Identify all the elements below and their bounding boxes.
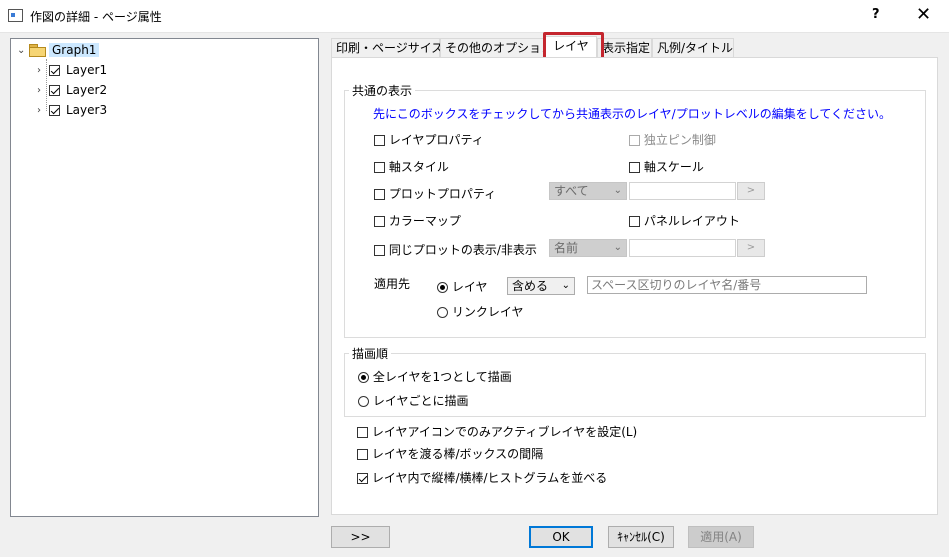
chevron-right-icon[interactable]: › bbox=[37, 85, 49, 96]
layer3-visible-checkbox[interactable] bbox=[49, 104, 60, 116]
option-label: 同じプロットの表示/非表示 bbox=[388, 243, 537, 257]
radio-per-layer[interactable] bbox=[358, 396, 369, 407]
app-icon bbox=[8, 9, 23, 22]
tab-print-page-size[interactable]: 印刷・ページサイズ bbox=[331, 38, 443, 57]
bar-box-gap-checkbox[interactable] bbox=[357, 449, 368, 460]
option-label: 独立ピン制御 bbox=[643, 133, 716, 147]
page-tree: ⌄ Graph1 › Layer1 › Layer2 › Layer3 bbox=[10, 38, 319, 517]
tree-item-label[interactable]: Graph1 bbox=[49, 43, 100, 57]
radio-link-layer[interactable] bbox=[437, 307, 448, 318]
option-label: レイヤプロパティ bbox=[388, 133, 484, 147]
option-label: レイヤ bbox=[451, 280, 488, 294]
colormap-option[interactable]: カラーマップ bbox=[374, 212, 461, 229]
radio-link-layer-option[interactable]: リンクレイヤ bbox=[437, 303, 523, 320]
tree-item-label[interactable]: Layer3 bbox=[66, 103, 107, 117]
plot-properties-option[interactable]: プロットプロパティ bbox=[374, 185, 496, 202]
tree-item-label[interactable]: Layer2 bbox=[66, 83, 107, 97]
tab-legend-title[interactable]: 凡例/タイトル bbox=[652, 38, 734, 57]
colormap-checkbox[interactable] bbox=[374, 216, 385, 227]
common-display-note: 先にこのボックスをチェックしてから共通表示のレイヤ/プロットレベルの編集をしてく… bbox=[373, 107, 892, 121]
radio-all-as-one[interactable] bbox=[358, 372, 369, 383]
option-label: 軸スタイル bbox=[388, 160, 449, 174]
close-icon[interactable]: ✕ bbox=[916, 4, 931, 25]
arrange-bars-option[interactable]: レイヤ内で縦棒/横棒/ヒストグラムを並べる bbox=[357, 469, 607, 486]
active-layer-icon-option[interactable]: レイヤアイコンでのみアクティブレイヤを設定(L) bbox=[357, 423, 637, 440]
option-label: 軸スケール bbox=[643, 160, 704, 174]
independent-pin-option: 独立ピン制御 bbox=[629, 131, 716, 148]
option-label: カラーマップ bbox=[388, 214, 461, 228]
option-label: レイヤアイコンでのみアクティブレイヤを設定(L) bbox=[371, 425, 638, 439]
active-layer-icon-checkbox[interactable] bbox=[357, 427, 368, 438]
apply-button: 適用(A) bbox=[688, 526, 754, 548]
tab-display[interactable]: 表示指定 bbox=[597, 38, 652, 57]
axis-style-option[interactable]: 軸スタイル bbox=[374, 158, 449, 175]
plot-filter-input bbox=[629, 182, 736, 200]
independent-pin-checkbox bbox=[629, 135, 640, 146]
chevron-right-icon[interactable]: › bbox=[37, 65, 49, 76]
help-button[interactable]: ? bbox=[872, 7, 880, 22]
title-bar: 作図の詳細 - ページ属性 ? ✕ bbox=[0, 0, 949, 33]
tree-item-layer2[interactable]: › Layer2 bbox=[37, 81, 107, 99]
folder-icon bbox=[29, 44, 46, 57]
panel-layout-option[interactable]: パネルレイアウト bbox=[629, 212, 740, 229]
layer-tab-panel: 共通の表示 先にこのボックスをチェックしてから共通表示のレイヤ/プロットレベルの… bbox=[331, 57, 938, 515]
select-value: すべて bbox=[554, 184, 589, 198]
ok-button[interactable]: OK bbox=[529, 526, 593, 548]
tree-item-layer1[interactable]: › Layer1 bbox=[37, 61, 107, 79]
option-label: 全レイヤを1つとして描画 bbox=[372, 370, 512, 384]
option-label: レイヤごとに描画 bbox=[372, 394, 469, 408]
axis-style-checkbox[interactable] bbox=[374, 162, 385, 173]
all-as-one-option[interactable]: 全レイヤを1つとして描画 bbox=[358, 368, 512, 385]
common-display-group: 共通の表示 先にこのボックスをチェックしてから共通表示のレイヤ/プロットレベルの… bbox=[344, 82, 926, 338]
tree-item-layer3[interactable]: › Layer3 bbox=[37, 101, 107, 119]
option-label: プロットプロパティ bbox=[388, 187, 497, 201]
arrange-bars-checkbox[interactable] bbox=[357, 473, 368, 484]
plot-properties-checkbox[interactable] bbox=[374, 189, 385, 200]
window-title: 作図の詳細 - ページ属性 bbox=[30, 10, 162, 24]
same-plot-visibility-checkbox[interactable] bbox=[374, 245, 385, 256]
layer-properties-option[interactable]: レイヤプロパティ bbox=[374, 131, 484, 148]
plot-next-button: > bbox=[737, 182, 765, 200]
tab-other-options[interactable]: その他のオプション bbox=[440, 38, 553, 57]
layer2-visible-checkbox[interactable] bbox=[49, 84, 60, 96]
tree-item-label[interactable]: Layer1 bbox=[66, 63, 107, 77]
group-title: 共通の表示 bbox=[349, 82, 416, 99]
axis-scale-checkbox[interactable] bbox=[629, 162, 640, 173]
draw-order-group: 描画順 全レイヤを1つとして描画 レイヤごとに描画 bbox=[344, 345, 926, 417]
cancel-button[interactable]: ｷｬﾝｾﾙ(C) bbox=[608, 526, 674, 548]
name-next-button: > bbox=[737, 239, 765, 257]
per-layer-option[interactable]: レイヤごとに描画 bbox=[358, 392, 468, 409]
option-label: リンクレイヤ bbox=[451, 305, 524, 319]
tree-item-graph1[interactable]: ⌄ Graph1 bbox=[17, 41, 100, 59]
expand-button[interactable]: >> bbox=[331, 526, 390, 548]
select-value: 名前 bbox=[554, 241, 579, 255]
include-select[interactable]: 含める ⌄ bbox=[507, 277, 575, 295]
apply-to-label: 適用先 bbox=[374, 277, 411, 291]
radio-layer-option[interactable]: レイヤ bbox=[437, 278, 487, 295]
radio-layer[interactable] bbox=[437, 282, 448, 293]
layer-properties-checkbox[interactable] bbox=[374, 135, 385, 146]
chevron-right-icon[interactable]: › bbox=[37, 105, 49, 116]
group-title: 描画順 bbox=[349, 345, 392, 362]
chevron-down-icon: ⌄ bbox=[613, 242, 622, 253]
panel-layout-checkbox[interactable] bbox=[629, 216, 640, 227]
chevron-down-icon[interactable]: ⌄ bbox=[17, 45, 29, 56]
option-label: パネルレイアウト bbox=[643, 214, 740, 228]
bar-box-gap-option[interactable]: レイヤを渡る棒/ボックスの間隔 bbox=[357, 445, 543, 462]
option-label: レイヤ内で縦棒/横棒/ヒストグラムを並べる bbox=[371, 471, 608, 485]
chevron-down-icon: ⌄ bbox=[613, 185, 622, 196]
name-select: 名前 ⌄ bbox=[549, 239, 627, 257]
chevron-down-icon: ⌄ bbox=[561, 280, 570, 291]
plot-select: すべて ⌄ bbox=[549, 182, 627, 200]
layer1-visible-checkbox[interactable] bbox=[49, 64, 60, 76]
select-value: 含める bbox=[512, 279, 549, 293]
option-label: レイヤを渡る棒/ボックスの間隔 bbox=[371, 447, 544, 461]
name-filter-input bbox=[629, 239, 736, 257]
axis-scale-option[interactable]: 軸スケール bbox=[629, 158, 704, 175]
same-plot-visibility-option[interactable]: 同じプロットの表示/非表示 bbox=[374, 241, 537, 258]
layer-list-input[interactable]: スペース区切りのレイヤ名/番号 bbox=[587, 276, 867, 294]
